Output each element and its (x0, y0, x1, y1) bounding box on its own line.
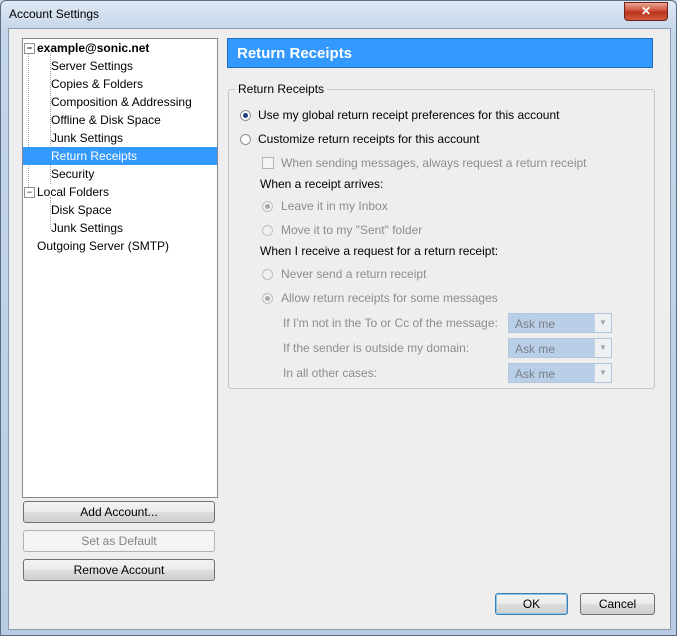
ok-button[interactable]: OK (495, 593, 568, 615)
tree-item-disk-space[interactable]: Disk Space (51, 201, 112, 219)
use-global-label[interactable]: Use my global return receipt preferences… (258, 108, 559, 122)
remove-account-button[interactable]: Remove Account (23, 559, 215, 581)
tree-item-copies-folders[interactable]: Copies & Folders (51, 75, 143, 93)
select-value: Ask me (515, 317, 556, 331)
tree-item-label: Disk Space (51, 203, 112, 217)
use-global-radio[interactable] (240, 110, 251, 121)
tree-item-local-folders[interactable]: − Local Folders (23, 183, 217, 201)
allow-some-label[interactable]: Allow return receipts for some messages (281, 291, 498, 305)
chevron-down-icon: ▼ (594, 314, 611, 332)
move-to-sent-label[interactable]: Move it to my "Sent" folder (281, 223, 422, 237)
tree-item-label: Local Folders (37, 185, 110, 199)
sender-outside-select[interactable]: Ask me ▼ (508, 338, 612, 358)
tree-item-security[interactable]: Security (51, 165, 94, 183)
account-tree[interactable]: − example@sonic.net Server Settings Copi… (22, 38, 218, 498)
allow-some-radio[interactable] (262, 293, 273, 304)
leave-in-inbox-label[interactable]: Leave it in my Inbox (281, 199, 388, 213)
when-request-heading: When I receive a request for a return re… (260, 244, 499, 258)
tree-item-junk-settings[interactable]: Junk Settings (51, 129, 123, 147)
account-settings-window: Account Settings ✕ − example@sonic.net S… (0, 0, 677, 636)
window-title: Account Settings (9, 7, 100, 21)
tree-item-label: Offline & Disk Space (51, 113, 161, 127)
tree-item-label: Junk Settings (51, 221, 124, 235)
tree-item-offline-disk-space[interactable]: Offline & Disk Space (51, 111, 161, 129)
tree-item-account-example[interactable]: − example@sonic.net (23, 39, 217, 57)
tree-item-label: example@sonic.net (37, 41, 150, 55)
close-icon: ✕ (640, 4, 652, 18)
group-label: Return Receipts (235, 82, 328, 96)
close-window-button[interactable]: ✕ (624, 2, 668, 21)
tree-item-label: Outgoing Server (SMTP) (37, 239, 170, 253)
customize-radio[interactable] (240, 134, 251, 145)
other-cases-label: In all other cases: (283, 366, 378, 380)
not-in-to-cc-label: If I'm not in the To or Cc of the messag… (283, 316, 498, 330)
tree-item-local-junk-settings[interactable]: Junk Settings (51, 219, 123, 237)
not-in-to-cc-select[interactable]: Ask me ▼ (508, 313, 612, 333)
always-request-checkbox[interactable] (262, 157, 274, 169)
page-title: Return Receipts (227, 38, 653, 68)
move-to-sent-radio[interactable] (262, 225, 273, 236)
tree-item-label: Return Receipts (51, 149, 138, 163)
tree-guide-line (28, 53, 29, 193)
title-bar: Account Settings ✕ (1, 1, 676, 28)
chevron-down-icon: ▼ (594, 339, 611, 357)
sender-outside-label: If the sender is outside my domain: (283, 341, 470, 355)
tree-item-return-receipts[interactable]: Return Receipts (23, 147, 217, 165)
collapse-icon[interactable]: − (24, 43, 35, 54)
tree-item-label: Composition & Addressing (51, 95, 192, 109)
tree-item-label: Security (51, 167, 95, 181)
tree-item-composition-addressing[interactable]: Composition & Addressing (51, 93, 192, 111)
tree-item-server-settings[interactable]: Server Settings (51, 57, 133, 75)
when-receipt-arrives-heading: When a receipt arrives: (260, 177, 384, 191)
set-default-button[interactable]: Set as Default (23, 530, 215, 552)
tree-item-label: Copies & Folders (51, 77, 144, 91)
cancel-button[interactable]: Cancel (580, 593, 655, 615)
leave-in-inbox-radio[interactable] (262, 201, 273, 212)
tree-item-label: Junk Settings (51, 131, 124, 145)
collapse-icon[interactable]: − (24, 187, 35, 198)
dialog-client-area: − example@sonic.net Server Settings Copi… (8, 28, 671, 630)
never-send-radio[interactable] (262, 269, 273, 280)
tree-item-label: Server Settings (51, 59, 134, 73)
select-value: Ask me (515, 367, 556, 381)
always-request-label[interactable]: When sending messages, always request a … (281, 156, 587, 170)
tree-item-outgoing-server[interactable]: Outgoing Server (SMTP) (37, 237, 169, 255)
never-send-label[interactable]: Never send a return receipt (281, 267, 426, 281)
chevron-down-icon: ▼ (594, 364, 611, 382)
other-cases-select[interactable]: Ask me ▼ (508, 363, 612, 383)
add-account-button[interactable]: Add Account... (23, 501, 215, 523)
customize-label[interactable]: Customize return receipts for this accou… (258, 132, 479, 146)
select-value: Ask me (515, 342, 556, 356)
